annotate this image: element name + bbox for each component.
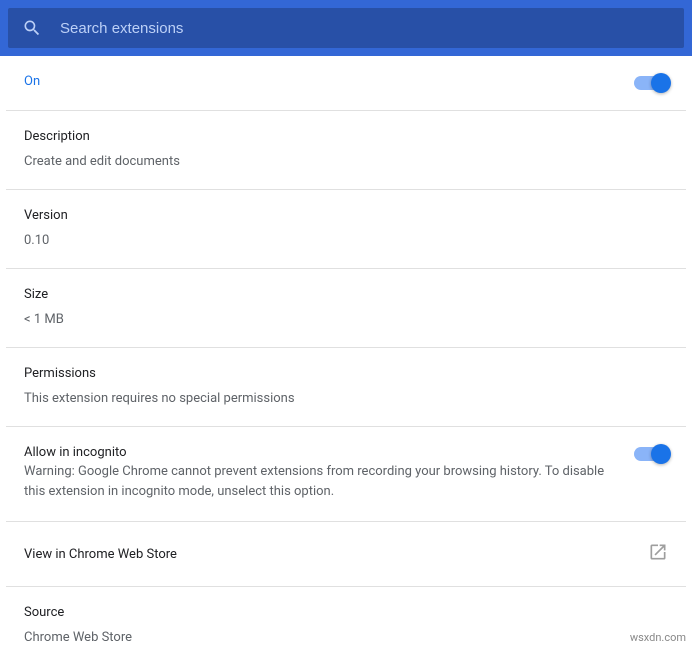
size-label: Size [24,287,668,302]
incognito-warning: Warning: Google Chrome cannot prevent ex… [24,462,614,501]
source-label: Source [24,605,668,620]
description-label: Description [24,129,668,144]
search-box[interactable] [8,8,684,48]
enable-toggle[interactable] [634,76,668,90]
webstore-link-label: View in Chrome Web Store [24,547,177,562]
webstore-link[interactable]: View in Chrome Web Store [6,522,686,587]
search-icon [22,18,42,38]
permissions-value: This extension requires no special permi… [24,391,668,406]
version-label: Version [24,208,668,223]
open-external-icon [648,542,668,566]
size-value: < 1 MB [24,312,668,327]
status-section: On [6,56,686,111]
description-section: Description Create and edit documents [6,111,686,190]
description-value: Create and edit documents [24,154,668,169]
permissions-section: Permissions This extension requires no s… [6,348,686,427]
source-section: Source Chrome Web Store [6,587,686,665]
incognito-label: Allow in incognito [24,445,614,460]
search-input[interactable] [60,20,670,37]
status-label: On [24,74,40,89]
source-value: Chrome Web Store [24,630,668,645]
watermark: wsxdn.com [630,631,686,644]
permissions-label: Permissions [24,366,668,381]
incognito-section: Allow in incognito Warning: Google Chrom… [6,427,686,522]
top-bar [0,0,692,56]
content-area: On Description Create and edit documents… [0,56,692,665]
incognito-toggle[interactable] [634,447,668,461]
version-value: 0.10 [24,233,668,248]
size-section: Size < 1 MB [6,269,686,348]
version-section: Version 0.10 [6,190,686,269]
